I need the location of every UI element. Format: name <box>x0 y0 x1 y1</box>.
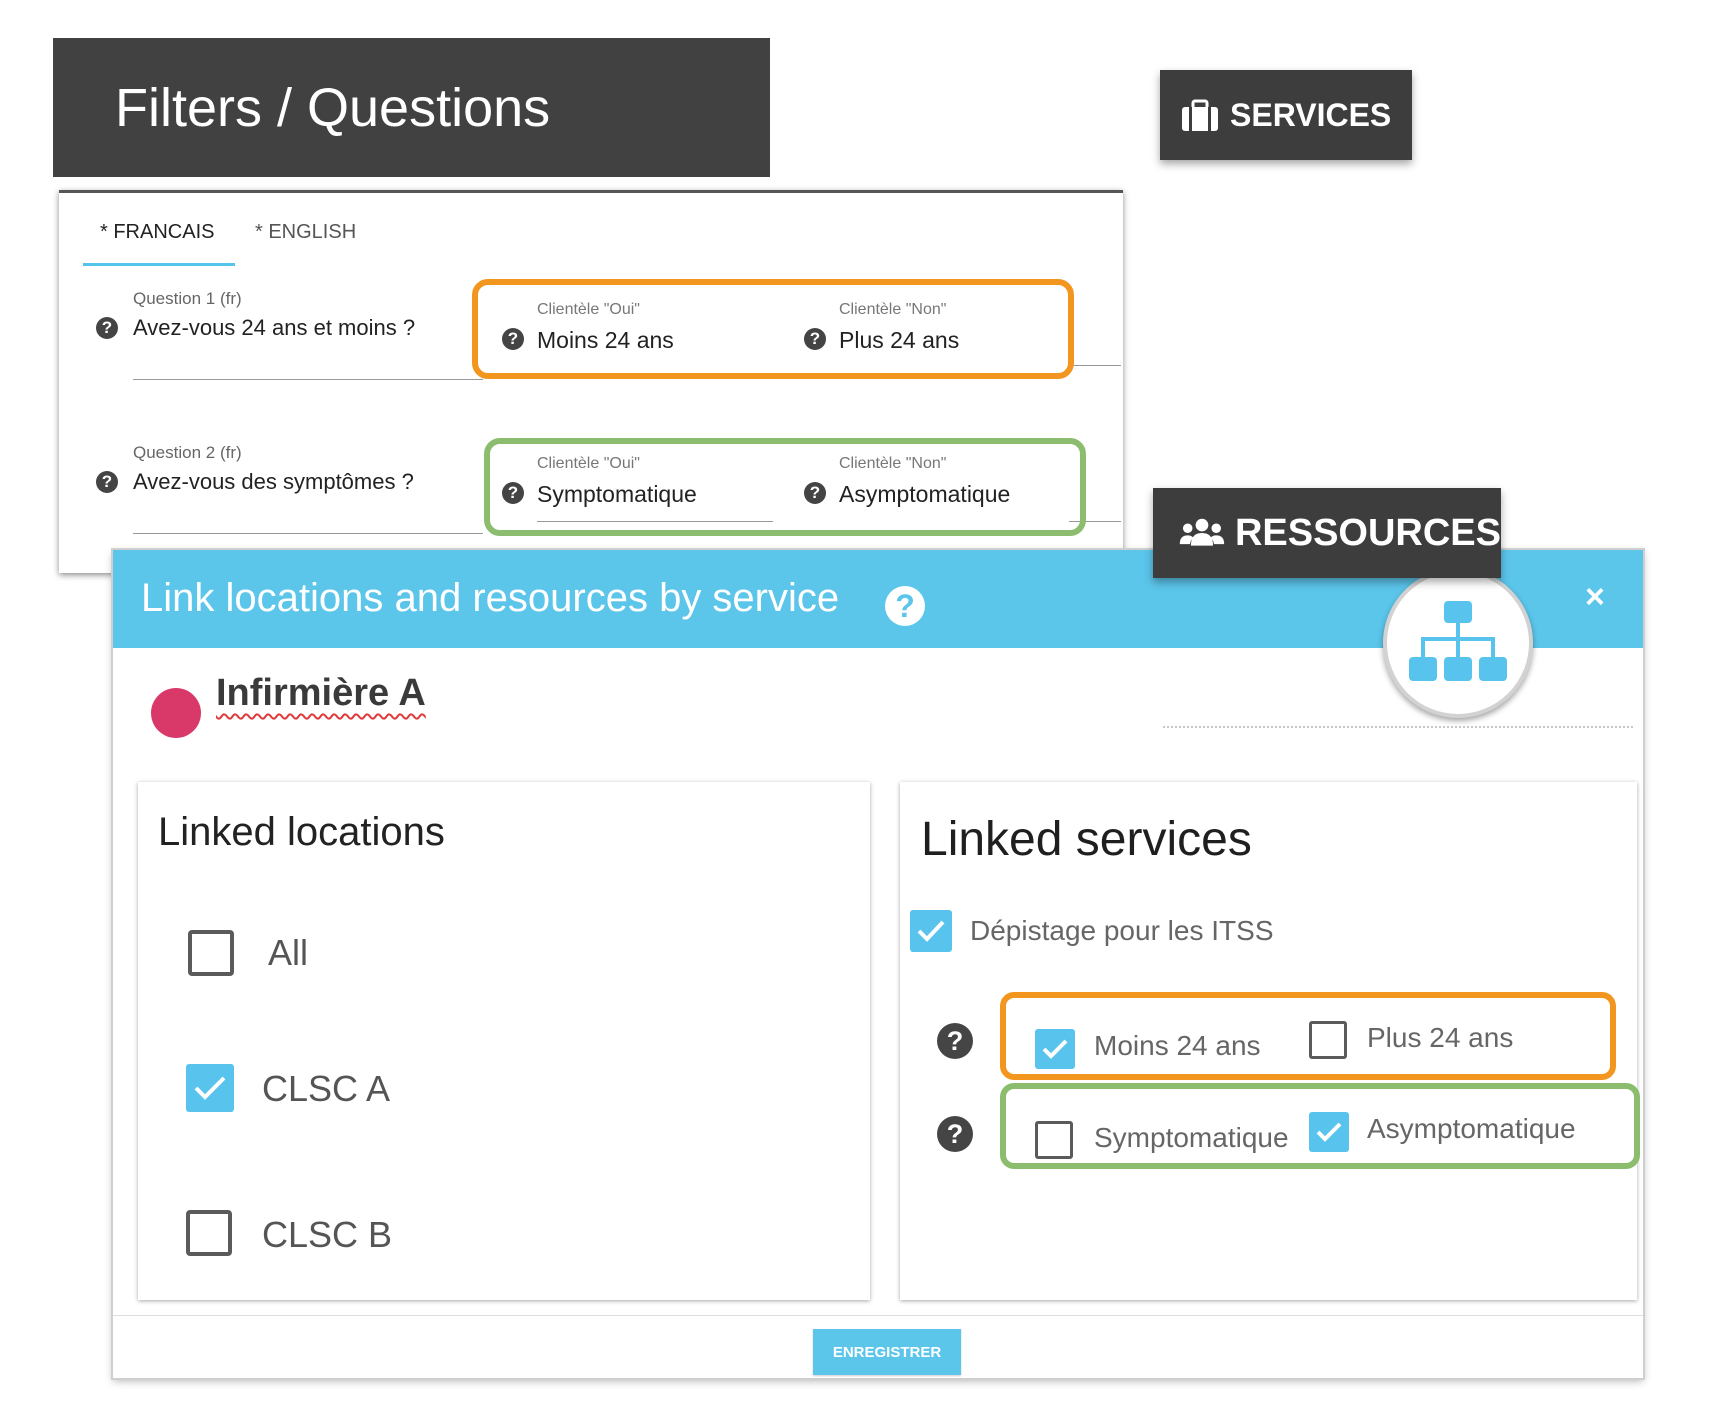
tab-english[interactable]: * ENGLISH <box>255 221 356 244</box>
question-2-input[interactable]: Avez-vous des symptômes ? <box>133 469 414 495</box>
filter-2-highlight <box>1000 1083 1640 1169</box>
services-badge[interactable]: SERVICES <box>1160 70 1412 160</box>
service-label-depistage: Dépistage pour les ITSS <box>970 915 1274 946</box>
question-2-underline <box>133 533 483 534</box>
questions-form-card: * FRANCAIS * ENGLISH Question 1 (fr) ? A… <box>59 190 1123 573</box>
question-1-input[interactable]: Avez-vous 24 ans et moins ? <box>133 315 415 341</box>
briefcase-icon <box>1182 99 1218 131</box>
service-checkbox-depistage[interactable] <box>910 910 952 952</box>
page-title-text: Filters / Questions <box>115 77 551 138</box>
services-badge-label: SERVICES <box>1230 96 1392 133</box>
ressources-badge-label: RESSOURCES <box>1234 511 1501 554</box>
question-1-label: Question 1 (fr) <box>133 289 242 308</box>
linked-services-panel: Linked services Dépistage pour les ITSS … <box>900 782 1640 1300</box>
question-1-underline <box>133 379 483 380</box>
question-1-help-icon[interactable]: ? <box>96 317 118 339</box>
modal-footer-divider <box>113 1315 1643 1316</box>
location-checkbox-all[interactable] <box>188 930 234 976</box>
location-label-all: All <box>268 932 309 973</box>
linked-services-title: Linked services <box>921 813 1252 866</box>
modal-title: Link locations and resources by service <box>141 576 840 620</box>
filter-1-highlight <box>1000 992 1616 1080</box>
linked-locations-panel: Linked locations All CLSC A CLSC B <box>138 782 870 1300</box>
users-icon <box>1179 518 1225 546</box>
linked-locations-title: Linked locations <box>158 810 445 854</box>
location-checkbox-clsc-b[interactable] <box>186 1210 232 1256</box>
checkmark-icon <box>917 920 945 942</box>
question-2-label: Question 2 (fr) <box>133 443 242 462</box>
location-label-clsc-a: CLSC A <box>262 1068 391 1109</box>
page-title: Filters / Questions <box>53 38 770 177</box>
resource-color-dot <box>151 688 201 738</box>
question-1-answers-highlight <box>472 279 1074 379</box>
link-resources-modal: Link locations and resources by service … <box>113 550 1643 1378</box>
location-checkbox-clsc-a[interactable] <box>186 1064 234 1112</box>
close-icon[interactable]: × <box>1585 578 1605 617</box>
question-1-no-underline <box>1069 365 1121 366</box>
tab-francais[interactable]: * FRANCAIS <box>100 221 214 244</box>
question-2-answers-highlight <box>484 438 1086 536</box>
active-tab-indicator <box>83 263 235 266</box>
modal-help-icon[interactable]: ? <box>885 586 925 626</box>
resource-name: Infirmière A <box>216 672 426 714</box>
divider-dotted <box>1163 726 1633 728</box>
filter-2-help-icon[interactable]: ? <box>937 1116 973 1152</box>
org-chart-icon-badge <box>1383 568 1533 718</box>
save-button[interactable]: ENREGISTRER <box>813 1329 961 1375</box>
ressources-badge[interactable]: RESSOURCES <box>1153 488 1501 578</box>
checkmark-icon <box>194 1076 226 1100</box>
question-2-help-icon[interactable]: ? <box>96 471 118 493</box>
location-label-clsc-b: CLSC B <box>262 1214 393 1255</box>
sitemap-icon <box>1409 601 1507 681</box>
filter-1-help-icon[interactable]: ? <box>937 1023 973 1059</box>
